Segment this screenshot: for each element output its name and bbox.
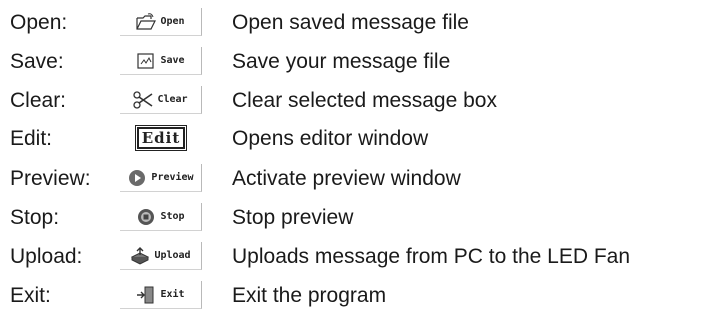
row-upload: Upload: Upload Uploads message from PC t… bbox=[0, 240, 720, 276]
scissors-icon bbox=[133, 90, 153, 110]
save-document-icon bbox=[136, 51, 156, 71]
row-clear: Clear: Clear Clear selected message box bbox=[0, 84, 720, 120]
upload-button[interactable]: Upload bbox=[120, 242, 202, 270]
row-label: Clear: bbox=[10, 89, 67, 112]
upload-button-label: Upload bbox=[154, 250, 191, 261]
edit-button-label: Edit bbox=[134, 125, 188, 151]
row-exit: Exit: Exit Exit the program bbox=[0, 279, 720, 315]
row-label: Save: bbox=[10, 50, 64, 73]
stop-button-label: Stop bbox=[160, 211, 185, 222]
exit-door-icon bbox=[136, 285, 156, 305]
row-label: Preview: bbox=[10, 167, 91, 190]
row-description: Uploads message from PC to the LED Fan bbox=[232, 245, 631, 268]
row-stop: Stop: Stop Stop preview bbox=[0, 201, 720, 237]
exit-button[interactable]: Exit bbox=[120, 281, 202, 309]
stop-button[interactable]: Stop bbox=[120, 203, 202, 231]
exit-button-label: Exit bbox=[160, 289, 185, 300]
row-description: Opens editor window bbox=[232, 127, 429, 150]
preview-button-label: Preview bbox=[151, 172, 194, 183]
row-label: Edit: bbox=[10, 127, 53, 150]
row-label: Upload: bbox=[10, 245, 83, 268]
row-description: Stop preview bbox=[232, 206, 354, 229]
row-preview: Preview: Preview Activate preview window bbox=[0, 162, 720, 198]
open-button-label: Open bbox=[160, 16, 185, 27]
row-description: Exit the program bbox=[232, 284, 387, 307]
clear-button[interactable]: Clear bbox=[120, 86, 202, 114]
row-description: Open saved message file bbox=[232, 11, 469, 34]
row-description: Save your message file bbox=[232, 50, 451, 73]
open-button[interactable]: Open bbox=[120, 8, 202, 36]
stop-icon bbox=[136, 207, 156, 227]
row-save: Save: Save Save your message file bbox=[0, 45, 720, 81]
folder-open-icon bbox=[136, 12, 157, 32]
row-open: Open: Open Open saved message file bbox=[0, 6, 720, 42]
row-label: Stop: bbox=[10, 206, 60, 229]
edit-button[interactable]: Edit bbox=[120, 124, 202, 152]
clear-button-label: Clear bbox=[157, 94, 188, 105]
preview-button[interactable]: Preview bbox=[120, 164, 202, 192]
row-description: Activate preview window bbox=[232, 167, 461, 190]
row-description: Clear selected message box bbox=[232, 89, 497, 112]
upload-icon bbox=[130, 246, 150, 266]
row-label: Exit: bbox=[10, 284, 51, 307]
row-label: Open: bbox=[10, 11, 68, 34]
row-edit: Edit: Edit Opens editor window bbox=[0, 122, 720, 158]
play-icon bbox=[127, 168, 147, 188]
save-button[interactable]: Save bbox=[120, 47, 202, 75]
save-button-label: Save bbox=[160, 55, 185, 66]
